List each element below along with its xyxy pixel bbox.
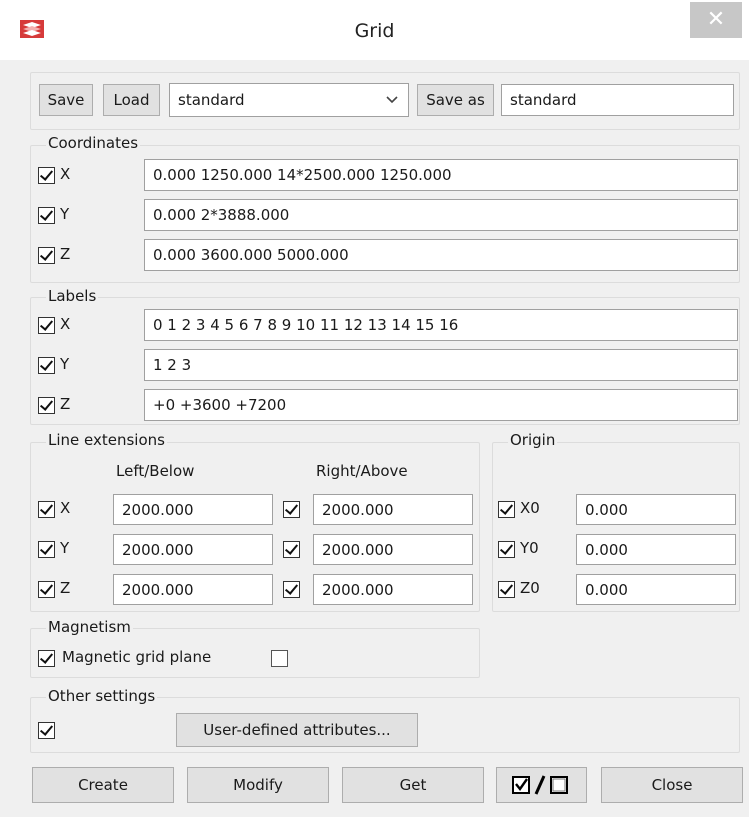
save-as-name-value: standard [510, 91, 577, 109]
extension-y-right-value: 2000.000 [322, 540, 394, 559]
left-below-header: Left/Below [116, 462, 195, 480]
label-x-checkbox[interactable] [38, 317, 55, 334]
extension-y-axis: Y [60, 539, 70, 557]
coordinates-label: Coordinates [46, 134, 141, 152]
origin-z0-label: Z0 [520, 579, 540, 597]
magnetic-grid-plane-value-checkbox[interactable] [271, 650, 288, 667]
extension-y-right-checkbox[interactable] [283, 541, 300, 558]
label-z-value: +0 +3600 +7200 [153, 396, 287, 414]
create-button[interactable]: Create [32, 767, 174, 803]
user-defined-attributes-button[interactable]: User-defined attributes... [176, 713, 418, 747]
magnetic-grid-plane-checkbox[interactable] [38, 650, 55, 667]
origin-z0-checkbox[interactable] [498, 581, 515, 598]
extension-z-left-value: 2000.000 [122, 580, 194, 599]
save-button[interactable]: Save [39, 84, 93, 116]
window-title: Grid [354, 20, 395, 42]
coordinate-x-checkbox[interactable] [38, 167, 55, 184]
coordinate-y-label: Y [60, 205, 70, 223]
load-button[interactable]: Load [103, 84, 160, 116]
coordinate-x-value: 0.000 1250.000 14*2500.000 1250.000 [153, 166, 452, 184]
extension-y-left-input[interactable]: 2000.000 [113, 534, 273, 565]
extension-y-left-value: 2000.000 [122, 540, 194, 559]
coordinate-y-value: 0.000 2*3888.000 [153, 206, 290, 224]
label-y-value: 1 2 3 [153, 356, 192, 374]
preset-select[interactable]: standard [169, 83, 409, 117]
origin-x0-input[interactable]: 0.000 [576, 494, 736, 525]
extension-x-right-checkbox[interactable] [283, 501, 300, 518]
extension-x-left-input[interactable]: 2000.000 [113, 494, 273, 525]
origin-z0-value: 0.000 [585, 580, 628, 599]
close-window-icon[interactable]: ✕ [690, 2, 742, 38]
close-button[interactable]: Close [601, 767, 743, 803]
label-y-input[interactable]: 1 2 3 [144, 349, 738, 381]
coordinate-z-checkbox[interactable] [38, 247, 55, 264]
coordinate-z-input[interactable]: 0.000 3600.000 5000.000 [144, 239, 738, 271]
line-extensions-label: Line extensions [46, 431, 167, 449]
modify-button[interactable]: Modify [187, 767, 329, 803]
preset-select-value: standard [178, 91, 245, 109]
extension-z-right-checkbox[interactable] [283, 581, 300, 598]
origin-y0-input[interactable]: 0.000 [576, 534, 736, 565]
extension-y-right-input[interactable]: 2000.000 [313, 534, 473, 565]
save-as-name-input[interactable]: standard [501, 84, 734, 116]
extension-x-checkbox[interactable] [38, 501, 55, 518]
other-settings-label: Other settings [46, 687, 158, 705]
label-z-checkbox[interactable] [38, 397, 55, 414]
coordinate-x-label: X [60, 165, 71, 183]
grid-dialog: Grid ✕ Save Load standard Save as standa… [0, 0, 749, 817]
extension-z-right-value: 2000.000 [322, 580, 394, 599]
origin-label: Origin [508, 431, 558, 449]
label-y-checkbox[interactable] [38, 357, 55, 374]
check-all-uncheck-all-button[interactable] [496, 767, 587, 803]
label-y-axis: Y [60, 355, 70, 373]
coordinate-y-input[interactable]: 0.000 2*3888.000 [144, 199, 738, 231]
labels-label: Labels [46, 287, 99, 305]
label-x-value: 0 1 2 3 4 5 6 7 8 9 10 11 12 13 14 15 16 [153, 316, 459, 334]
extension-x-left-value: 2000.000 [122, 500, 194, 519]
coordinate-z-value: 0.000 3600.000 5000.000 [153, 246, 349, 264]
extension-x-right-input[interactable]: 2000.000 [313, 494, 473, 525]
extension-z-right-input[interactable]: 2000.000 [313, 574, 473, 605]
extension-x-axis: X [60, 499, 71, 517]
coordinate-y-checkbox[interactable] [38, 207, 55, 224]
chevron-down-icon [386, 96, 398, 104]
label-z-axis: Z [60, 395, 71, 413]
extension-y-checkbox[interactable] [38, 541, 55, 558]
right-above-header: Right/Above [316, 462, 408, 480]
extension-z-checkbox[interactable] [38, 581, 55, 598]
origin-y0-checkbox[interactable] [498, 541, 515, 558]
check-all-uncheck-all-icon [511, 775, 568, 795]
title-bar: Grid ✕ [0, 0, 749, 60]
origin-x0-value: 0.000 [585, 500, 628, 519]
coordinate-z-label: Z [60, 245, 71, 263]
magnetism-label: Magnetism [46, 618, 133, 636]
extension-x-right-value: 2000.000 [322, 500, 394, 519]
label-x-input[interactable]: 0 1 2 3 4 5 6 7 8 9 10 11 12 13 14 15 16 [144, 309, 738, 341]
label-z-input[interactable]: +0 +3600 +7200 [144, 389, 738, 421]
magnetic-grid-plane-label: Magnetic grid plane [62, 648, 212, 666]
extension-z-axis: Z [60, 579, 71, 597]
other-settings-checkbox[interactable] [38, 722, 55, 739]
origin-y0-label: Y0 [520, 539, 539, 557]
origin-y0-value: 0.000 [585, 540, 628, 559]
get-button[interactable]: Get [342, 767, 484, 803]
origin-x0-label: X0 [520, 499, 540, 517]
extension-z-left-input[interactable]: 2000.000 [113, 574, 273, 605]
origin-x0-checkbox[interactable] [498, 501, 515, 518]
save-as-button[interactable]: Save as [417, 84, 494, 116]
coordinate-x-input[interactable]: 0.000 1250.000 14*2500.000 1250.000 [144, 159, 738, 191]
origin-z0-input[interactable]: 0.000 [576, 574, 736, 605]
label-x-axis: X [60, 315, 71, 333]
